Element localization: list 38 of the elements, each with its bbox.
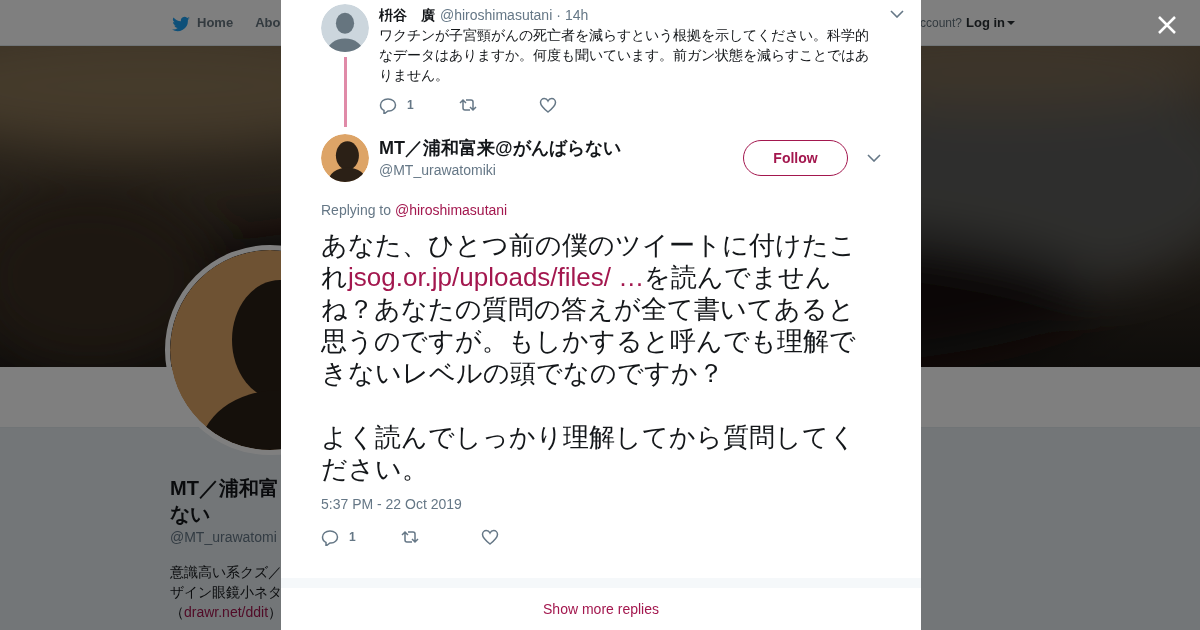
reply-icon[interactable] [379,96,397,114]
caret-icon [1007,20,1015,25]
user-avatar [321,134,369,182]
retweet-icon[interactable] [459,96,477,114]
follow-button[interactable]: Follow [743,140,848,176]
user-name: MT／浦和富来@がんばらない [379,136,622,159]
tweet-text: よく読んでしっかり理解してから質問してください。 [321,421,856,485]
bio-line: ザイン眼鏡小ネタ [170,583,282,602]
reply-count: 1 [349,530,356,544]
profile-name: ない [170,502,210,527]
separator: · [556,6,561,24]
tweet-timestamp: 5:37 PM - 22 Oct 2019 [321,496,462,512]
show-more-replies-link[interactable]: Show more replies [543,601,659,617]
reply-count: 1 [407,98,414,112]
tweet-link[interactable]: jsog.or.jp/uploads/files/ … [348,262,645,292]
mention-link[interactable]: @hiroshimasutani [394,202,508,218]
thread-line [343,57,347,127]
profile-name: MT／浦和富 [170,476,279,501]
bio-line: （drawr.net/ddit） [170,603,283,622]
tweet-time: 14h [564,6,589,24]
user-handle: @MT_urawatomiki [379,160,497,180]
reply-icon[interactable] [321,528,339,546]
chevron-icon[interactable] [867,154,881,162]
login-link[interactable]: Log in [966,15,1015,30]
bio-line: 意識高い系クズ／ [170,563,282,582]
tweet-text: あなた、ひとつ前の僕のツイートに付けたこれjsog.or.jp/uploads/files/ …を読んでませんね？あなたの質問の答えが全て書いてあると思うのですが。もしかすると呼んでも理解できないレベルの頭でなのですか？ [321,229,856,389]
tweet-text: ワクチンが子宮頸がんの死亡者を減らすという根拠を示してください。科学的なデータはありますか。何度も聞いています。前ガン状態を減らすことではありません。 [379,26,870,85]
account-prompt: ccount? [919,15,962,30]
chevron-icon[interactable] [890,10,904,18]
close-icon[interactable] [1157,15,1177,35]
retweet-icon[interactable] [401,528,419,546]
user-avatar [321,4,369,52]
like-icon[interactable] [481,528,499,546]
user-handle: @hiroshimasutani [440,6,553,24]
replying-to: Replying to @hiroshimasutani [320,201,509,219]
user-name: 枡谷 廣 [379,6,435,24]
profile-handle: @MT_urawatomi [170,529,277,545]
like-icon[interactable] [539,96,557,114]
